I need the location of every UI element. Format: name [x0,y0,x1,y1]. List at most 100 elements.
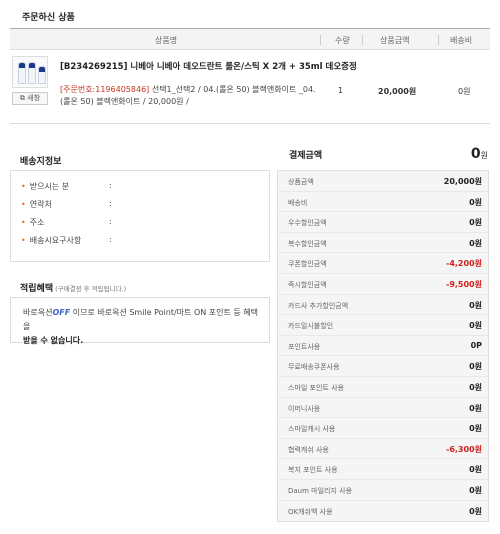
payment-value: 0원 [469,300,482,310]
payment-value: 0원 [469,197,482,207]
delivery-label: 받으시는 분 [29,182,70,191]
payment-label: 우수할인금액 [288,219,327,228]
delivery-row: • 주소: [21,217,112,228]
points-title: 적립혜택 (구매결정 후 적립됩니다.) [20,281,126,294]
payment-value: 0원 [469,403,482,413]
payment-title: 결제금액 [289,151,323,161]
payment-total-value: 0 [470,146,481,162]
product-option: [주문번호:1196405846] 선택1_선택2 / 04.(롤온 50) 블… [60,84,322,108]
payment-label: 무료배송쿠폰사용 [288,363,340,372]
deodorant-image [38,66,46,84]
payment-value: -9,500원 [446,279,482,289]
payment-row: Daum 마일리지 사용 0원 [278,480,488,501]
points-box: 바로옥션OFF 이므로 바로옥션 Smile Point/마트 ON 포인트 등… [10,297,270,345]
payment-row: 카드사 추가할인금액 0원 [278,295,488,316]
payment-value: 0원 [469,238,482,248]
payment-label: 즉시할인금액 [288,280,327,289]
delivery-colon: : [109,235,112,244]
product-qty: 1 [338,86,344,95]
bullet-icon: • [21,182,26,191]
payment-label: 배송비 [288,198,308,207]
payment-value: -6,300원 [446,444,482,454]
payment-label: 복지 포인트 사용 [288,466,338,475]
payment-value: 0원 [469,362,482,372]
payment-row: 복지 포인트 사용 0원 [278,459,488,480]
bullet-icon: • [21,200,26,209]
payment-label: 스마일캐시 사용 [288,425,336,434]
window-icon: ⧉ [19,94,25,102]
payment-value: 0원 [469,321,482,331]
payment-value: 0원 [469,485,482,495]
payment-row: 우수할인금액 0원 [278,212,488,233]
bullet-icon: • [21,218,26,227]
payment-label: 복수할인금액 [288,239,327,248]
new-window-button[interactable]: ⧉ 새창 [12,92,48,105]
bullet-icon: • [21,236,26,245]
header-divider [320,35,321,45]
delivery-row: • 배송시요구사항: [21,235,112,246]
points-text-2: 받을 수 없습니다. [23,336,84,345]
payment-value: 0원 [469,382,482,392]
payment-row: 무료배송쿠폰사용 0원 [278,356,488,377]
payment-row: 즉시할인금액 -9,500원 [278,274,488,295]
ordered-products-title: 주문하신 상품 [22,13,75,23]
payment-label: 협력캐쉬 사용 [288,445,329,454]
header-qty: 수량 [335,36,350,45]
payment-row: 쿠폰할인금액 -4,200원 [278,253,488,274]
payment-value: 0P [470,340,482,350]
product-price: 20,000원 [378,87,417,96]
delivery-info-title: 배송지정보 [20,157,62,167]
payment-label: 스마일 포인트 사용 [288,383,344,392]
payment-row: OK캐쉬백 사용 0원 [278,501,488,522]
new-window-label: 새창 [27,94,41,102]
deodorant-image [18,62,26,84]
delivery-row: • 연락처: [21,199,112,210]
product-name[interactable]: [B234269215] 니베아 니베아 데오드란트 롤온/스틱 X 2개 + … [60,60,357,72]
payment-row: 이머니사용 0원 [278,398,488,419]
off-label: OFF [52,308,71,317]
payment-row: 스마일 포인트 사용 0원 [278,377,488,398]
payment-row: 배송비 0원 [278,192,488,213]
header-price: 상품금액 [380,36,410,45]
payment-value: 0원 [469,465,482,475]
delivery-row: • 받으시는 분: [21,181,112,192]
points-title-text: 적립혜택 [20,284,54,294]
delivery-label: 연락처 [29,200,52,209]
payment-value: 0원 [469,218,482,228]
delivery-colon: : [109,217,112,226]
payment-value: 20,000원 [443,177,482,186]
delivery-colon: : [109,199,112,208]
product-thumbnail[interactable] [12,56,48,88]
header-divider [438,35,439,45]
payment-label: OK캐쉬백 사용 [288,507,333,516]
payment-label: Daum 마일리지 사용 [288,486,353,495]
deodorant-image [28,62,36,84]
table-row: ⧉ 새창 [B234269215] 니베아 니베아 데오드란트 롤온/스틱 X … [10,50,490,124]
order-table: 상품명 수량 상품금액 배송비 ⧉ 새창 [B234269215] 니베아 니베… [10,28,490,124]
points-prefix: 바로옥션 [23,308,53,317]
header-divider [362,35,363,45]
payment-row: 카드일시불할인 0원 [278,315,488,336]
payment-label: 포인트사용 [288,342,321,351]
payment-row: 복수할인금액 0원 [278,233,488,254]
table-header: 상품명 수량 상품금액 배송비 [10,28,490,50]
payment-label: 상품금액 [288,178,314,186]
delivery-label: 배송시요구사항 [29,236,82,245]
payment-label: 카드일시불할인 [288,322,334,331]
payment-label: 카드사 추가할인금액 [288,301,349,310]
delivery-info-box: • 받으시는 분: • 연락처: • 주소: • 배송시요구사항: [10,170,270,262]
payment-value: -4,200원 [446,259,482,269]
payment-label: 쿠폰할인금액 [288,260,327,269]
points-subtitle: (구매결정 후 적립됩니다.) [55,285,127,293]
payment-value: 0원 [469,506,482,516]
order-number: [주문번호:1196405846] [60,85,150,94]
delivery-label: 주소 [29,218,45,227]
payment-total: 0원 [471,146,488,162]
payment-value: 0원 [469,424,482,434]
points-text: 바로옥션OFF 이므로 바로옥션 Smile Point/마트 ON 포인트 등… [23,306,263,348]
header-product: 상품명 [155,36,178,45]
payment-label: 이머니사용 [288,404,321,413]
payment-row: 상품금액 20,000원 [278,171,488,192]
payment-row: 협력캐쉬 사용 -6,300원 [278,439,488,460]
product-shipping: 0원 [458,87,471,96]
